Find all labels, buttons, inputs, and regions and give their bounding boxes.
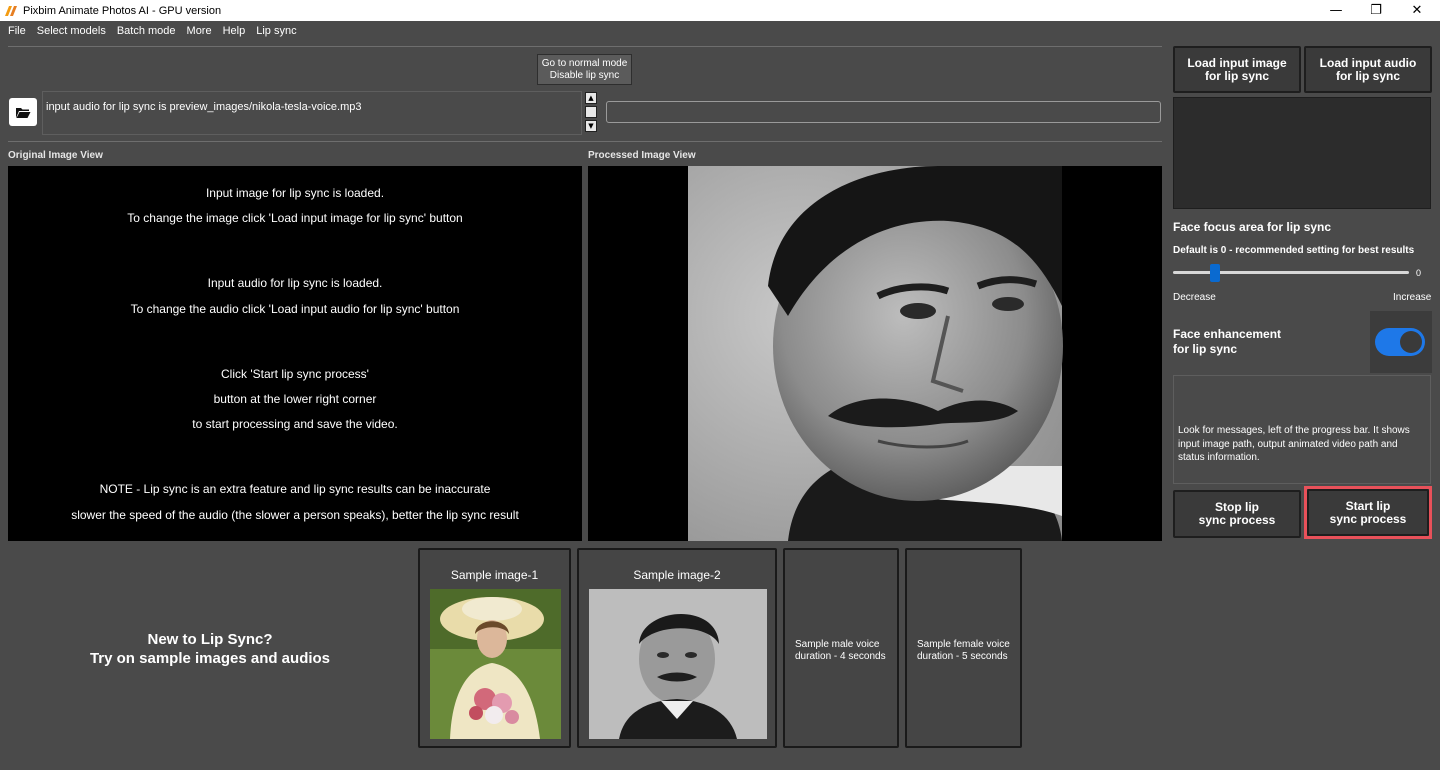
- view-text: Click 'Start lip sync process': [221, 367, 369, 381]
- close-button[interactable]: ✕: [1397, 0, 1437, 21]
- sample-image-2-card[interactable]: Sample image-2: [577, 548, 777, 748]
- menu-more[interactable]: More: [187, 25, 212, 37]
- sample-male-voice-card[interactable]: Sample male voice duration - 4 seconds: [783, 548, 899, 748]
- original-image-view: Input image for lip sync is loaded. To c…: [8, 166, 582, 541]
- face-focus-slider-thumb[interactable]: [1210, 264, 1221, 282]
- start-button-highlight: [1304, 486, 1432, 539]
- view-text: NOTE - Lip sync is an extra feature and …: [99, 482, 491, 496]
- folder-icon: [16, 107, 31, 118]
- title-bar: Pixbim Animate Photos AI - GPU version: [0, 0, 1440, 21]
- scroll-up-icon[interactable]: ▲: [585, 92, 597, 104]
- divider: [8, 141, 1162, 142]
- face-focus-slider-track[interactable]: [1173, 271, 1409, 274]
- restore-icon: ❐: [1370, 3, 1382, 18]
- face-enhancement-toggle-area: [1370, 311, 1432, 373]
- original-view-label: Original Image View: [8, 150, 103, 161]
- minimize-button[interactable]: —: [1316, 0, 1356, 21]
- divider: [8, 46, 1162, 47]
- message-scrollbar[interactable]: ▲ ▼: [585, 92, 598, 134]
- decrease-label: Decrease: [1173, 292, 1216, 303]
- view-text: button at the lower right corner: [213, 392, 377, 406]
- sample-image-1-card[interactable]: Sample image-1: [418, 548, 571, 748]
- face-focus-hint: Default is 0 - recommended setting for b…: [1173, 245, 1415, 256]
- sample-female-voice-label: Sample female voice duration - 5 seconds: [917, 639, 1010, 662]
- portrait-image: [588, 166, 1162, 541]
- close-icon: ✕: [1411, 3, 1423, 18]
- sample-image-2-title: Sample image-2: [633, 568, 721, 582]
- minimize-icon: —: [1329, 3, 1343, 18]
- app-logo-icon: [5, 5, 17, 16]
- view-text: to start processing and save the video.: [192, 417, 398, 431]
- menu-batch-mode[interactable]: Batch mode: [117, 25, 176, 37]
- progress-bar: [606, 101, 1161, 123]
- menu-help[interactable]: Help: [223, 25, 246, 37]
- menu-file[interactable]: File: [8, 25, 26, 37]
- menu-lip-sync[interactable]: Lip sync: [256, 25, 296, 37]
- stop-lip-sync-button[interactable]: Stop lip sync process: [1173, 490, 1301, 538]
- normal-mode-button[interactable]: Go to normal mode Disable lip sync: [537, 54, 632, 85]
- increase-label: Increase: [1393, 292, 1432, 303]
- face-enhancement-label: Face enhancement: [1173, 327, 1282, 341]
- slider-value: 0: [1416, 268, 1422, 278]
- load-image-button[interactable]: Load input image for lip sync: [1173, 46, 1301, 93]
- view-text: To change the audio click 'Load input au…: [130, 302, 460, 316]
- view-text: Input audio for lip sync is loaded.: [207, 276, 383, 290]
- face-enhancement-toggle[interactable]: [1375, 328, 1425, 356]
- sample-male-voice-label: Sample male voice duration - 4 seconds: [795, 639, 886, 662]
- face-focus-title: Face focus area for lip sync: [1173, 220, 1332, 234]
- view-text: Input image for lip sync is loaded.: [205, 186, 385, 200]
- scroll-down-icon[interactable]: ▼: [585, 120, 597, 132]
- toggle-knob: [1400, 331, 1422, 353]
- open-folder-button[interactable]: [9, 98, 37, 126]
- processed-view-label: Processed Image View: [588, 150, 696, 161]
- processed-image-view: [588, 166, 1162, 541]
- audio-preview-box: [1173, 97, 1431, 209]
- sample-image-1-title: Sample image-1: [450, 568, 539, 582]
- view-text: slower the speed of the audio (the slowe…: [71, 508, 519, 522]
- samples-intro: New to Lip Sync? Try on sample images an…: [89, 631, 331, 667]
- status-message: input audio for lip sync is preview_imag…: [42, 91, 582, 135]
- view-text: To change the image click 'Load input im…: [127, 211, 463, 225]
- face-enhancement-label-2: for lip sync: [1173, 342, 1238, 356]
- sample-female-voice-card[interactable]: Sample female voice duration - 5 seconds: [905, 548, 1022, 748]
- menu-bar: File Select models Batch mode More Help …: [0, 21, 1168, 40]
- window-title: Pixbim Animate Photos AI - GPU version: [23, 4, 222, 17]
- sample-image-1-thumbnail: [430, 589, 561, 739]
- menu-select-models[interactable]: Select models: [37, 25, 106, 37]
- sample-image-2-thumbnail: [589, 589, 767, 739]
- info-message-box: Look for messages, left of the progress …: [1173, 375, 1431, 484]
- load-audio-button[interactable]: Load input audio for lip sync: [1304, 46, 1432, 93]
- scroll-track[interactable]: [585, 106, 597, 118]
- restore-button[interactable]: ❐: [1356, 0, 1396, 21]
